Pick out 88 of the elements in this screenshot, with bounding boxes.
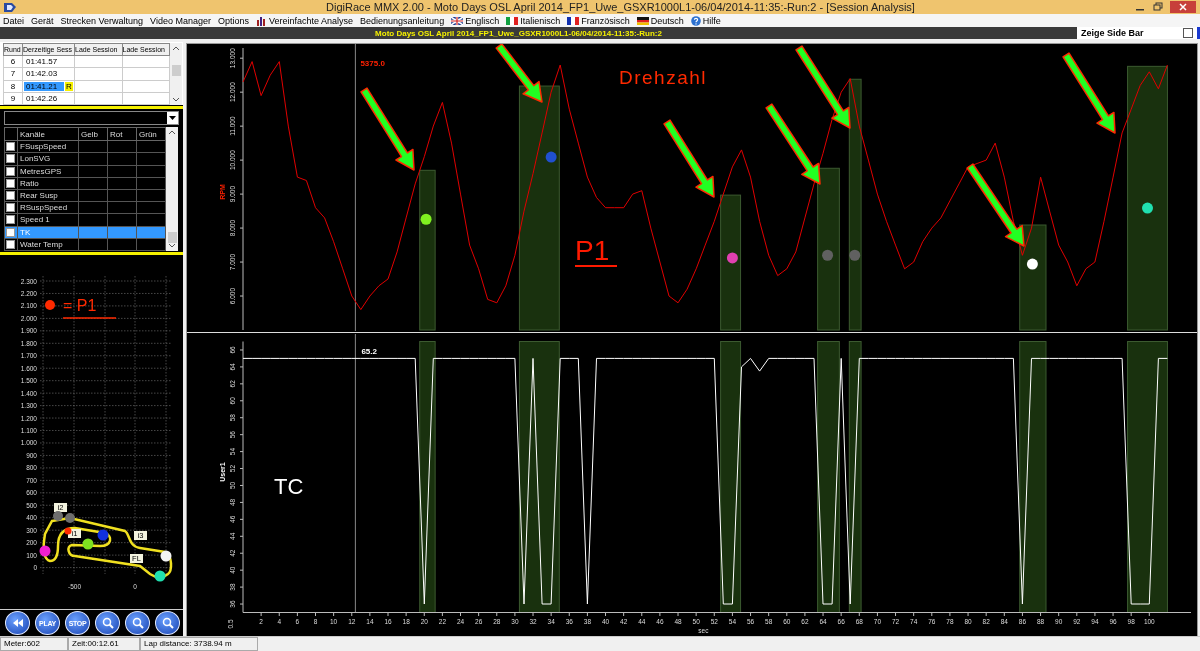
- cursor-line[interactable]: [354, 44, 356, 331]
- cursor-value: 65.2: [361, 347, 377, 356]
- menu-item[interactable]: Video Manager: [150, 15, 211, 26]
- scroll-down-icon[interactable]: [172, 97, 180, 103]
- close-icon: [1179, 3, 1187, 11]
- scrollbar[interactable]: [166, 127, 178, 251]
- window-title: DigiRace MMX 2.00 - Moto Days OSL April 2014_FP1_Uwe_GSXR1000L1-06/04/2014-11:35:-Run:2 - [Session Analysis]: [325, 1, 916, 13]
- restore-icon[interactable]: [1152, 2, 1164, 12]
- close-button[interactable]: [1170, 1, 1196, 13]
- channel-row[interactable]: FSuspSpeed: [4, 140, 166, 153]
- checkbox[interactable]: [6, 215, 15, 225]
- zoom-button[interactable]: [125, 611, 150, 635]
- column-header[interactable]: Grün: [136, 127, 166, 141]
- checkbox[interactable]: [6, 227, 15, 237]
- channel-name: Speed 1: [20, 215, 50, 225]
- checkbox[interactable]: [6, 191, 15, 201]
- scroll-up-icon[interactable]: [168, 129, 176, 135]
- checkbox[interactable]: [6, 239, 15, 249]
- status-field: Lap distance: 3738.94 m: [140, 637, 258, 651]
- channel-name: RSuspSpeed: [20, 203, 68, 213]
- flag-icon: [636, 16, 649, 25]
- channel-row[interactable]: Ratio: [4, 177, 166, 190]
- checkbox[interactable]: [6, 166, 15, 176]
- checkbox[interactable]: [6, 178, 15, 188]
- scrollbar-thumb[interactable]: [171, 65, 181, 76]
- lap-badge: R: [65, 81, 73, 91]
- scroll-up-icon[interactable]: [172, 45, 180, 51]
- column-header[interactable]: Gelb: [78, 127, 108, 141]
- table-cell: 8: [10, 81, 16, 91]
- channel-name: FSuspSpeed: [20, 142, 67, 152]
- checkbox[interactable]: [6, 154, 15, 164]
- channel-row[interactable]: MetresGPS: [4, 165, 166, 178]
- cursor-line[interactable]: [354, 334, 356, 613]
- chart-label: TC: [274, 474, 304, 499]
- zoom-icon: [131, 617, 144, 629]
- cursor-value: 5375.0: [360, 59, 385, 68]
- table-cell: 9: [10, 93, 16, 103]
- rewind-icon: [11, 618, 24, 628]
- channel-row[interactable]: LonSVG: [4, 152, 166, 166]
- menu-item[interactable]: Gerät: [31, 15, 54, 26]
- checkbox[interactable]: [6, 203, 15, 213]
- menu-item[interactable]: Vereinfachte Analyse: [256, 15, 354, 26]
- channel-name: MetresGPS: [20, 166, 62, 176]
- channel-row[interactable]: Rear Susp: [4, 189, 166, 202]
- zoom-button[interactable]: [155, 611, 180, 635]
- menu-item[interactable]: Options: [217, 15, 249, 26]
- channel-row[interactable]: RSuspSpeed: [4, 201, 166, 214]
- column-header[interactable]: Rot: [107, 127, 137, 141]
- chart-title: Drehzahl: [619, 67, 708, 88]
- channel-row[interactable]: Speed 1: [4, 213, 166, 226]
- checkbox[interactable]: [6, 142, 15, 152]
- caret-icon: [169, 116, 176, 120]
- channel-row[interactable]: Water Temp: [4, 238, 166, 251]
- channel-name: LonSVG: [20, 154, 51, 164]
- menu-item[interactable]: Französisch: [567, 15, 630, 26]
- status-field: Meter:602: [0, 637, 68, 651]
- p1-label: P1: [574, 235, 618, 267]
- scrollbar-thumb[interactable]: [167, 232, 177, 243]
- channel-name: TK: [20, 227, 31, 237]
- app-logo-icon: [3, 1, 17, 13]
- zoom-button[interactable]: [95, 611, 120, 635]
- menu-item[interactable]: Datei: [3, 15, 24, 26]
- arrow: [495, 44, 543, 103]
- table-cell: 6: [10, 57, 16, 67]
- scroll-down-icon[interactable]: [168, 243, 176, 249]
- zoom-icon: [101, 617, 114, 629]
- channel-name: Water Temp: [20, 239, 63, 249]
- menu-item[interactable]: Deutsch: [636, 15, 684, 26]
- table-cell: 7: [10, 69, 16, 79]
- zoom-icon: [161, 617, 174, 629]
- bar-chart-icon: [256, 15, 267, 26]
- channel-dropdown[interactable]: [4, 111, 179, 125]
- status-field: Zeit:00:12.61: [68, 637, 140, 651]
- channel-name: Rear Susp: [20, 191, 58, 201]
- column-header[interactable]: Kanäle: [17, 127, 79, 141]
- checkbox[interactable]: [1183, 28, 1193, 38]
- menu-item[interactable]: Hilfe: [690, 15, 721, 26]
- channel-name: Ratio: [20, 178, 39, 188]
- legend: = P1: [45, 297, 117, 319]
- menu-item[interactable]: Bedienungsanleitung: [360, 15, 445, 26]
- scrollbar[interactable]: [170, 43, 182, 105]
- table-cell[interactable]: 01:41.21: [24, 81, 64, 91]
- menu-item[interactable]: Italienisch: [506, 15, 561, 26]
- side-bar-label: Zeige Side Bar: [1081, 28, 1144, 38]
- session-title: Moto Days OSL April 2014_FP1_Uwe_GSXR1000L1-06/04/2014-11:35:-Run:2: [375, 28, 662, 38]
- rewind-button[interactable]: [5, 611, 30, 635]
- menu-item[interactable]: Strecken Verwaltung: [60, 15, 144, 26]
- menu-item[interactable]: Englisch: [451, 15, 500, 26]
